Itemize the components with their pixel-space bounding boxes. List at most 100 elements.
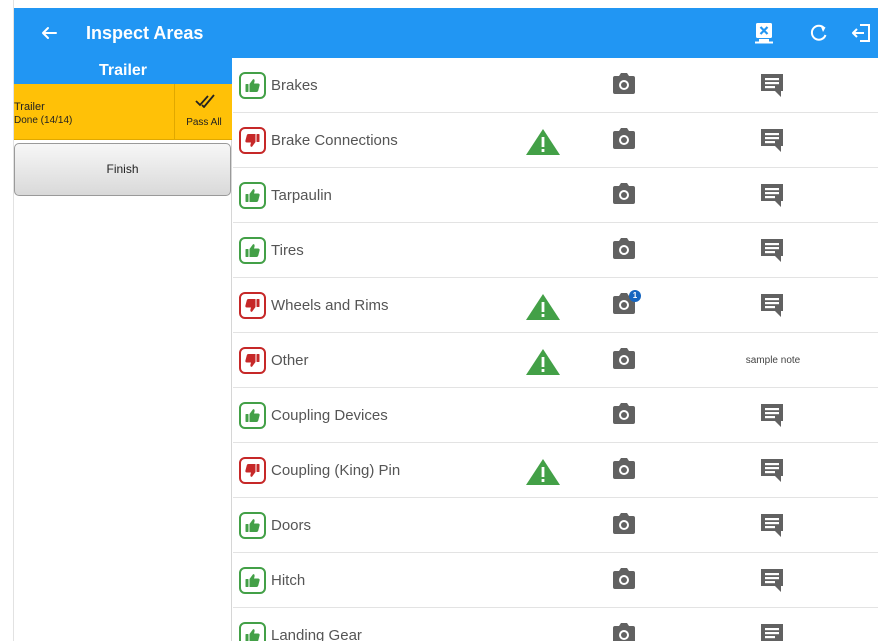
warning-icon[interactable] [525,348,561,376]
pass-toggle-button[interactable] [239,182,266,209]
fail-toggle-button[interactable] [239,347,266,374]
thumbs-down-icon [244,462,261,479]
app-window: Inspect Areas Trailer Trailer Done (14/1… [0,0,878,641]
pass-all-button[interactable]: Pass All [174,84,232,140]
pass-toggle-button[interactable] [239,512,266,539]
add-note-button[interactable] [759,127,787,155]
add-photo-button[interactable] [611,457,641,485]
fail-toggle-button[interactable] [239,457,266,484]
fail-toggle-button[interactable] [239,292,266,319]
page-title: Inspect Areas [86,23,204,43]
thumbs-up-icon [244,187,261,204]
add-photo-button[interactable] [611,567,641,595]
add-note-button[interactable] [759,512,787,540]
camera-icon [611,568,637,595]
inspection-item-row: Landing Gear [233,608,878,641]
double-check-icon [195,94,215,108]
pass-toggle-button[interactable] [239,72,266,99]
add-photo-button[interactable] [611,237,641,265]
comment-icon [759,459,785,487]
item-label: Wheels and Rims [271,297,389,314]
finish-button[interactable]: Finish [14,143,231,196]
pass-toggle-button[interactable] [239,567,266,594]
warning-icon[interactable] [525,293,561,321]
add-note-button[interactable] [759,182,787,210]
photo-count-badge: 1 [629,290,641,302]
arrow-left-icon [42,27,57,39]
refresh-button[interactable] [802,8,836,58]
thumbs-down-icon [244,352,261,369]
thumbs-up-icon [244,627,261,641]
area-name: Trailer [14,101,45,113]
item-label: Other [271,352,309,369]
area-item-trailer[interactable]: Trailer Done (14/14) Pass All [14,84,232,140]
refresh-icon [810,24,827,41]
comment-icon [759,129,785,157]
inspection-item-list: Brakes Brake Connections Tarpaulin Tires Whe… [233,58,878,641]
comment-icon [759,569,785,597]
pass-toggle-button[interactable] [239,237,266,264]
add-note-button[interactable] [759,457,787,485]
fail-toggle-button[interactable] [239,127,266,154]
app-bar: Inspect Areas [14,8,878,58]
inspection-item-row: Brake Connections [233,113,878,168]
comment-icon [759,74,785,102]
pass-toggle-button[interactable] [239,622,266,641]
camera-icon [611,128,637,155]
item-label: Coupling (King) Pin [271,462,401,479]
item-note-text[interactable]: sample note [723,333,823,388]
inspection-item-row: Coupling (King) Pin [233,443,878,498]
item-label: Coupling Devices [271,407,388,424]
warning-icon[interactable] [525,128,561,156]
inspection-sidebar: Trailer Trailer Done (14/14) Pass All Fi… [14,58,232,641]
thumbs-up-icon [244,517,261,534]
warning-icon[interactable] [525,458,561,486]
comment-icon [759,184,785,212]
camera-icon [611,183,637,210]
add-note-button[interactable] [759,237,787,265]
thumbs-down-icon [244,297,261,314]
add-photo-button[interactable] [611,127,641,155]
logout-button[interactable] [845,8,878,58]
clear-button[interactable] [747,8,781,58]
clear-icon [755,23,773,44]
inspection-item-row: Tarpaulin [233,168,878,223]
item-label: Doors [271,517,312,534]
add-photo-button[interactable] [611,347,641,375]
inspection-item-row: Wheels and Rims 1 [233,278,878,333]
comment-icon [759,514,785,542]
add-note-button[interactable] [759,402,787,430]
sidebar-header: Trailer [14,58,232,84]
thumbs-up-icon [244,407,261,424]
comment-icon [759,624,785,641]
add-note-button[interactable] [759,72,787,100]
camera-icon [611,513,637,540]
inspection-item-row: Tires [233,223,878,278]
add-note-button[interactable] [759,567,787,595]
thumbs-up-icon [244,242,261,259]
add-photo-button[interactable] [611,72,641,100]
add-photo-button[interactable] [611,622,641,641]
add-photo-button[interactable] [611,402,641,430]
thumbs-up-icon [244,572,261,589]
back-button[interactable] [34,8,64,58]
add-photo-button[interactable] [611,512,641,540]
pass-all-label: Pass All [186,117,222,128]
item-label: Tires [271,242,304,259]
logout-icon [852,24,870,42]
camera-icon [611,293,637,320]
add-photo-button[interactable]: 1 [611,290,641,320]
camera-icon [611,623,637,641]
add-photo-button[interactable] [611,182,641,210]
item-label: Brake Connections [271,132,398,149]
item-label: Tarpaulin [271,187,332,204]
inspection-item-row: Coupling Devices [233,388,878,443]
thumbs-up-icon [244,77,261,94]
add-note-button[interactable] [759,292,787,320]
camera-icon [611,238,637,265]
camera-icon [611,73,637,100]
thumbs-down-icon [244,132,261,149]
pass-toggle-button[interactable] [239,402,266,429]
add-note-button[interactable] [759,622,787,641]
inspection-item-row: Other sample note [233,333,878,388]
